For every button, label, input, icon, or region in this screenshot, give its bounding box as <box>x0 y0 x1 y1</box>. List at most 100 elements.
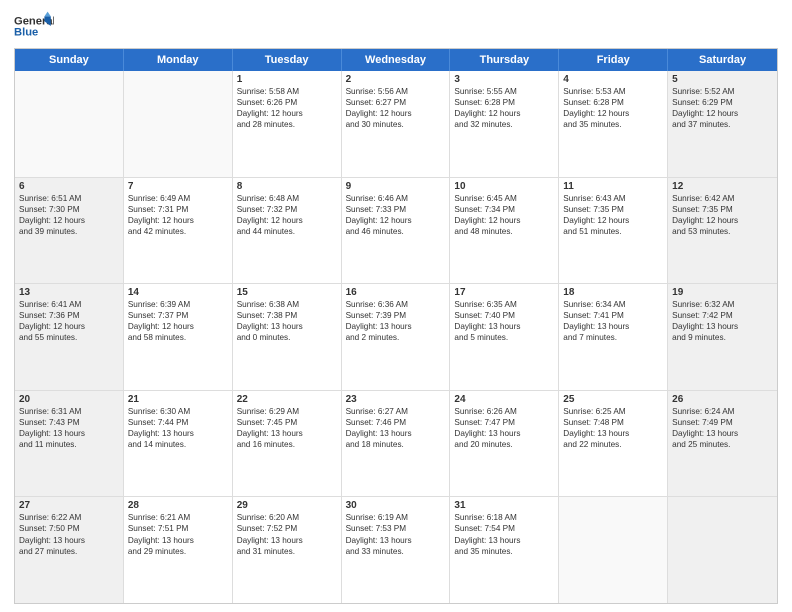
logo-icon: General Blue <box>14 10 54 42</box>
calendar-cell: 21Sunrise: 6:30 AM Sunset: 7:44 PM Dayli… <box>124 391 233 497</box>
calendar-cell: 31Sunrise: 6:18 AM Sunset: 7:54 PM Dayli… <box>450 497 559 603</box>
day-number: 7 <box>128 181 228 192</box>
calendar-cell: 30Sunrise: 6:19 AM Sunset: 7:53 PM Dayli… <box>342 497 451 603</box>
calendar-cell: 5Sunrise: 5:52 AM Sunset: 6:29 PM Daylig… <box>668 71 777 177</box>
cell-daylight-info: Sunrise: 6:22 AM Sunset: 7:50 PM Dayligh… <box>19 512 119 556</box>
weekday-header-tuesday: Tuesday <box>233 49 342 71</box>
cell-daylight-info: Sunrise: 6:24 AM Sunset: 7:49 PM Dayligh… <box>672 406 773 450</box>
cell-daylight-info: Sunrise: 5:58 AM Sunset: 6:26 PM Dayligh… <box>237 86 337 130</box>
cell-daylight-info: Sunrise: 6:27 AM Sunset: 7:46 PM Dayligh… <box>346 406 446 450</box>
calendar-cell: 7Sunrise: 6:49 AM Sunset: 7:31 PM Daylig… <box>124 178 233 284</box>
day-number: 27 <box>19 500 119 511</box>
weekday-header-friday: Friday <box>559 49 668 71</box>
day-number: 19 <box>672 287 773 298</box>
day-number: 1 <box>237 74 337 85</box>
day-number: 16 <box>346 287 446 298</box>
day-number: 28 <box>128 500 228 511</box>
calendar-cell <box>124 71 233 177</box>
day-number: 4 <box>563 74 663 85</box>
cell-daylight-info: Sunrise: 6:21 AM Sunset: 7:51 PM Dayligh… <box>128 512 228 556</box>
day-number: 14 <box>128 287 228 298</box>
day-number: 24 <box>454 394 554 405</box>
cell-daylight-info: Sunrise: 6:39 AM Sunset: 7:37 PM Dayligh… <box>128 299 228 343</box>
cell-daylight-info: Sunrise: 6:38 AM Sunset: 7:38 PM Dayligh… <box>237 299 337 343</box>
calendar-cell: 24Sunrise: 6:26 AM Sunset: 7:47 PM Dayli… <box>450 391 559 497</box>
day-number: 31 <box>454 500 554 511</box>
calendar-cell: 18Sunrise: 6:34 AM Sunset: 7:41 PM Dayli… <box>559 284 668 390</box>
cell-daylight-info: Sunrise: 6:31 AM Sunset: 7:43 PM Dayligh… <box>19 406 119 450</box>
calendar-cell: 25Sunrise: 6:25 AM Sunset: 7:48 PM Dayli… <box>559 391 668 497</box>
calendar-cell: 9Sunrise: 6:46 AM Sunset: 7:33 PM Daylig… <box>342 178 451 284</box>
calendar-cell: 6Sunrise: 6:51 AM Sunset: 7:30 PM Daylig… <box>15 178 124 284</box>
weekday-header-sunday: Sunday <box>15 49 124 71</box>
calendar-row-3: 13Sunrise: 6:41 AM Sunset: 7:36 PM Dayli… <box>15 284 777 391</box>
weekday-header-wednesday: Wednesday <box>342 49 451 71</box>
day-number: 6 <box>19 181 119 192</box>
svg-text:Blue: Blue <box>14 27 38 39</box>
calendar-cell: 14Sunrise: 6:39 AM Sunset: 7:37 PM Dayli… <box>124 284 233 390</box>
cell-daylight-info: Sunrise: 6:48 AM Sunset: 7:32 PM Dayligh… <box>237 193 337 237</box>
calendar-cell: 28Sunrise: 6:21 AM Sunset: 7:51 PM Dayli… <box>124 497 233 603</box>
calendar-cell <box>668 497 777 603</box>
cell-daylight-info: Sunrise: 5:55 AM Sunset: 6:28 PM Dayligh… <box>454 86 554 130</box>
header: General Blue <box>14 10 778 42</box>
calendar-body: 1Sunrise: 5:58 AM Sunset: 6:26 PM Daylig… <box>15 71 777 603</box>
calendar-cell: 13Sunrise: 6:41 AM Sunset: 7:36 PM Dayli… <box>15 284 124 390</box>
cell-daylight-info: Sunrise: 6:42 AM Sunset: 7:35 PM Dayligh… <box>672 193 773 237</box>
calendar-cell: 19Sunrise: 6:32 AM Sunset: 7:42 PM Dayli… <box>668 284 777 390</box>
calendar-cell: 11Sunrise: 6:43 AM Sunset: 7:35 PM Dayli… <box>559 178 668 284</box>
calendar-cell: 23Sunrise: 6:27 AM Sunset: 7:46 PM Dayli… <box>342 391 451 497</box>
calendar-cell: 10Sunrise: 6:45 AM Sunset: 7:34 PM Dayli… <box>450 178 559 284</box>
calendar-cell: 8Sunrise: 6:48 AM Sunset: 7:32 PM Daylig… <box>233 178 342 284</box>
cell-daylight-info: Sunrise: 6:41 AM Sunset: 7:36 PM Dayligh… <box>19 299 119 343</box>
calendar-cell: 20Sunrise: 6:31 AM Sunset: 7:43 PM Dayli… <box>15 391 124 497</box>
cell-daylight-info: Sunrise: 6:25 AM Sunset: 7:48 PM Dayligh… <box>563 406 663 450</box>
calendar-cell: 12Sunrise: 6:42 AM Sunset: 7:35 PM Dayli… <box>668 178 777 284</box>
calendar-cell: 22Sunrise: 6:29 AM Sunset: 7:45 PM Dayli… <box>233 391 342 497</box>
day-number: 17 <box>454 287 554 298</box>
day-number: 26 <box>672 394 773 405</box>
calendar-row-1: 1Sunrise: 5:58 AM Sunset: 6:26 PM Daylig… <box>15 71 777 178</box>
calendar-header: SundayMondayTuesdayWednesdayThursdayFrid… <box>15 49 777 71</box>
calendar-cell: 2Sunrise: 5:56 AM Sunset: 6:27 PM Daylig… <box>342 71 451 177</box>
day-number: 2 <box>346 74 446 85</box>
calendar-row-2: 6Sunrise: 6:51 AM Sunset: 7:30 PM Daylig… <box>15 178 777 285</box>
day-number: 3 <box>454 74 554 85</box>
day-number: 29 <box>237 500 337 511</box>
day-number: 21 <box>128 394 228 405</box>
calendar: SundayMondayTuesdayWednesdayThursdayFrid… <box>14 48 778 604</box>
cell-daylight-info: Sunrise: 6:35 AM Sunset: 7:40 PM Dayligh… <box>454 299 554 343</box>
cell-daylight-info: Sunrise: 6:19 AM Sunset: 7:53 PM Dayligh… <box>346 512 446 556</box>
calendar-row-4: 20Sunrise: 6:31 AM Sunset: 7:43 PM Dayli… <box>15 391 777 498</box>
calendar-cell: 16Sunrise: 6:36 AM Sunset: 7:39 PM Dayli… <box>342 284 451 390</box>
day-number: 8 <box>237 181 337 192</box>
day-number: 18 <box>563 287 663 298</box>
calendar-cell <box>15 71 124 177</box>
calendar-cell: 17Sunrise: 6:35 AM Sunset: 7:40 PM Dayli… <box>450 284 559 390</box>
calendar-cell <box>559 497 668 603</box>
calendar-cell: 4Sunrise: 5:53 AM Sunset: 6:28 PM Daylig… <box>559 71 668 177</box>
cell-daylight-info: Sunrise: 6:29 AM Sunset: 7:45 PM Dayligh… <box>237 406 337 450</box>
page: General Blue SundayMondayTuesdayWednesda… <box>0 0 792 612</box>
day-number: 15 <box>237 287 337 298</box>
calendar-cell: 26Sunrise: 6:24 AM Sunset: 7:49 PM Dayli… <box>668 391 777 497</box>
cell-daylight-info: Sunrise: 6:34 AM Sunset: 7:41 PM Dayligh… <box>563 299 663 343</box>
cell-daylight-info: Sunrise: 6:32 AM Sunset: 7:42 PM Dayligh… <box>672 299 773 343</box>
cell-daylight-info: Sunrise: 5:52 AM Sunset: 6:29 PM Dayligh… <box>672 86 773 130</box>
cell-daylight-info: Sunrise: 5:56 AM Sunset: 6:27 PM Dayligh… <box>346 86 446 130</box>
calendar-row-5: 27Sunrise: 6:22 AM Sunset: 7:50 PM Dayli… <box>15 497 777 603</box>
day-number: 13 <box>19 287 119 298</box>
cell-daylight-info: Sunrise: 6:46 AM Sunset: 7:33 PM Dayligh… <box>346 193 446 237</box>
calendar-cell: 15Sunrise: 6:38 AM Sunset: 7:38 PM Dayli… <box>233 284 342 390</box>
cell-daylight-info: Sunrise: 6:49 AM Sunset: 7:31 PM Dayligh… <box>128 193 228 237</box>
weekday-header-saturday: Saturday <box>668 49 777 71</box>
calendar-cell: 29Sunrise: 6:20 AM Sunset: 7:52 PM Dayli… <box>233 497 342 603</box>
calendar-cell: 3Sunrise: 5:55 AM Sunset: 6:28 PM Daylig… <box>450 71 559 177</box>
calendar-cell: 27Sunrise: 6:22 AM Sunset: 7:50 PM Dayli… <box>15 497 124 603</box>
day-number: 5 <box>672 74 773 85</box>
cell-daylight-info: Sunrise: 6:30 AM Sunset: 7:44 PM Dayligh… <box>128 406 228 450</box>
day-number: 23 <box>346 394 446 405</box>
cell-daylight-info: Sunrise: 6:20 AM Sunset: 7:52 PM Dayligh… <box>237 512 337 556</box>
cell-daylight-info: Sunrise: 6:51 AM Sunset: 7:30 PM Dayligh… <box>19 193 119 237</box>
logo: General Blue <box>14 10 54 42</box>
